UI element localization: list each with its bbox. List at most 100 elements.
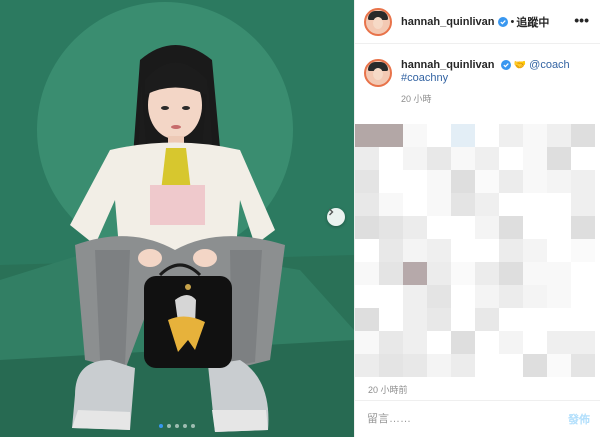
mosaic-cell xyxy=(475,147,499,170)
mosaic-cell xyxy=(403,354,427,377)
mosaic-cell xyxy=(547,354,571,377)
mosaic-cell xyxy=(403,193,427,216)
mosaic-cell xyxy=(355,216,379,239)
mosaic-cell xyxy=(403,331,427,354)
mosaic-cell xyxy=(571,193,595,216)
caption: hannah_quinlivan 🤝 @coach #coachny 20 小時 xyxy=(355,44,600,106)
mosaic-cell xyxy=(355,331,379,354)
mosaic-cell xyxy=(355,354,379,377)
mosaic-cell xyxy=(571,331,595,354)
hashtag-link[interactable]: #coachny xyxy=(401,72,448,84)
mosaic-cell xyxy=(571,354,595,377)
mosaic-cell xyxy=(475,216,499,239)
mosaic-cell xyxy=(571,308,595,331)
mosaic-cell xyxy=(403,308,427,331)
mosaic-cell xyxy=(475,285,499,308)
mosaic-cell xyxy=(379,147,403,170)
mosaic-cell xyxy=(355,193,379,216)
mention-link[interactable]: @coach xyxy=(529,59,570,71)
mosaic-cell xyxy=(379,331,403,354)
mosaic-cell xyxy=(547,216,571,239)
verified-badge-icon xyxy=(497,16,508,27)
mosaic-cell xyxy=(523,193,547,216)
mosaic-cell xyxy=(451,308,475,331)
mosaic-cell xyxy=(427,354,451,377)
avatar[interactable] xyxy=(364,7,392,36)
mosaic-cell xyxy=(403,285,427,308)
mosaic-cell xyxy=(379,193,403,216)
carousel-dot xyxy=(175,424,179,428)
mosaic-cell xyxy=(475,331,499,354)
mosaic-cell xyxy=(571,239,595,262)
mosaic-cell xyxy=(475,170,499,193)
carousel-dot xyxy=(159,424,163,428)
mosaic-cell xyxy=(355,262,379,285)
mosaic-cell xyxy=(523,124,547,147)
carousel-dots xyxy=(0,424,354,428)
post-comment-button[interactable]: 發佈 xyxy=(568,411,590,427)
mosaic-cell xyxy=(379,354,403,377)
mosaic-cell xyxy=(499,124,523,147)
header-username[interactable]: hannah_quinlivan xyxy=(401,16,495,28)
pixelated-comments xyxy=(355,124,600,377)
mosaic-cell xyxy=(403,147,427,170)
mosaic-cell xyxy=(499,147,523,170)
mosaic-cell xyxy=(571,147,595,170)
mosaic-cell xyxy=(547,124,571,147)
mosaic-cell xyxy=(475,262,499,285)
mosaic-cell xyxy=(403,262,427,285)
mosaic-cell xyxy=(547,262,571,285)
mosaic-cell xyxy=(355,170,379,193)
mosaic-cell xyxy=(475,239,499,262)
mosaic-cell xyxy=(379,124,403,147)
mosaic-cell xyxy=(451,354,475,377)
mosaic-cell xyxy=(523,354,547,377)
mosaic-cell xyxy=(451,193,475,216)
mosaic-cell xyxy=(499,285,523,308)
next-photo-button[interactable] xyxy=(327,208,345,226)
mosaic-cell xyxy=(403,239,427,262)
mosaic-cell xyxy=(379,216,403,239)
mosaic-cell xyxy=(379,262,403,285)
caption-text: hannah_quinlivan 🤝 @coach #coachny 20 小時 xyxy=(401,59,570,106)
mosaic-cell xyxy=(355,308,379,331)
mosaic-cell xyxy=(451,124,475,147)
caption-username[interactable]: hannah_quinlivan xyxy=(401,59,495,71)
mosaic-cell xyxy=(499,308,523,331)
mosaic-cell xyxy=(499,331,523,354)
chevron-right-icon xyxy=(329,208,334,216)
caption-time: 20 小時 xyxy=(401,94,432,104)
mosaic-cell xyxy=(523,262,547,285)
mosaic-cell xyxy=(571,170,595,193)
mosaic-cell xyxy=(547,170,571,193)
mosaic-cell xyxy=(379,308,403,331)
mosaic-cell xyxy=(499,170,523,193)
mosaic-cell xyxy=(571,216,595,239)
photo-illustration xyxy=(0,0,354,437)
mosaic-cell xyxy=(523,285,547,308)
mosaic-cell xyxy=(475,193,499,216)
mosaic-cell xyxy=(523,331,547,354)
mosaic-cell xyxy=(571,124,595,147)
following-button[interactable]: 追蹤中 xyxy=(516,14,549,30)
mosaic-cell xyxy=(403,170,427,193)
mosaic-cell xyxy=(427,147,451,170)
mosaic-cell xyxy=(571,285,595,308)
mosaic-cell xyxy=(499,354,523,377)
verified-badge-icon xyxy=(500,60,511,71)
carousel-dot xyxy=(191,424,195,428)
more-options-icon[interactable]: ••• xyxy=(574,12,589,28)
carousel-dot xyxy=(167,424,171,428)
mosaic-cell xyxy=(451,147,475,170)
avatar[interactable] xyxy=(364,59,392,87)
mosaic-cell xyxy=(475,308,499,331)
mosaic-cell xyxy=(355,285,379,308)
mosaic-cell xyxy=(379,285,403,308)
mosaic-cell xyxy=(451,170,475,193)
mosaic-cell xyxy=(451,262,475,285)
post-photo[interactable] xyxy=(0,0,354,437)
mosaic-cell xyxy=(427,285,451,308)
mosaic-cell xyxy=(379,170,403,193)
comment-input[interactable] xyxy=(367,413,547,425)
mosaic-cell xyxy=(427,216,451,239)
